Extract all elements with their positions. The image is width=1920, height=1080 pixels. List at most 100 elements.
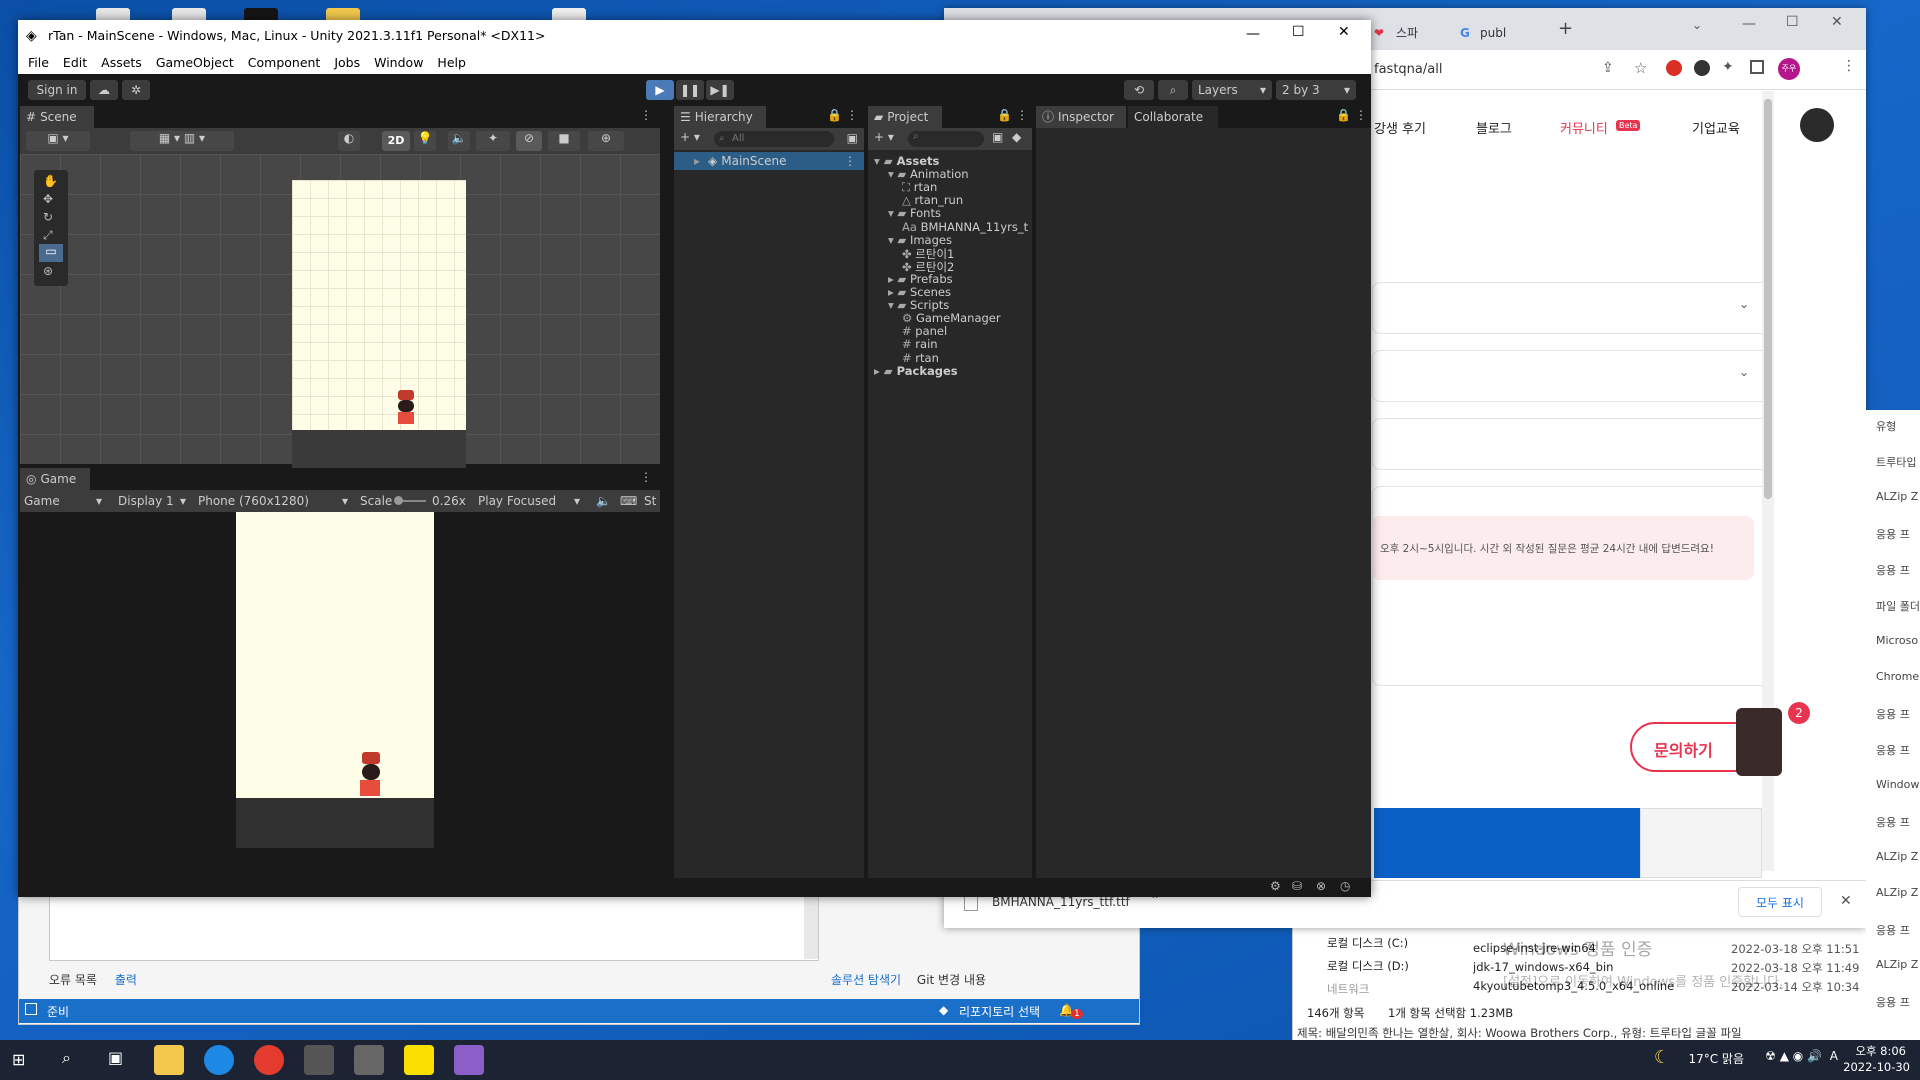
visual-studio-taskbar-icon[interactable] [454,1045,484,1075]
unity-hub-taskbar-icon[interactable] [304,1045,334,1075]
collab-icon[interactable]: ✲ [122,80,150,100]
menu-item-gameobject[interactable]: GameObject [156,52,234,74]
chrome-tab[interactable]: publ G [1452,18,1532,48]
star-icon[interactable]: ☆ [1634,59,1647,77]
hand-tool-icon[interactable]: ✋ [43,174,58,188]
accordion-item[interactable] [1372,418,1770,470]
kakaotalk-taskbar-icon[interactable] [404,1045,434,1075]
project-item[interactable]: ▸ ▰ Prefabs [888,272,953,286]
tab-game[interactable]: ◎ Game [20,468,90,490]
project-search-input[interactable]: ⌕ [908,131,984,147]
show-all-button[interactable]: 모두 표시 [1738,887,1822,917]
tab-inspector[interactable]: ⓘ Inspector [1036,106,1126,128]
download-filename[interactable]: BMHANNA_11yrs_ttf.ttf [992,895,1130,909]
tab-project[interactable]: ▰ Project [868,106,942,128]
play-button[interactable]: ▶ [646,80,674,100]
panel-menu-icon[interactable]: ⋮ [1016,108,1028,122]
nav-reviews[interactable]: 강생 후기 [1374,118,1426,137]
project-item[interactable]: ▸ ▰ Packages [874,364,958,378]
pause-button[interactable]: ❚❚ [676,80,704,100]
create-button[interactable]: + ▾ [680,130,700,144]
git-icon[interactable]: ◆ [939,1003,948,1017]
tab-search-icon[interactable]: ⌄ [1692,18,1702,32]
filter-label-icon[interactable]: ◆ [1012,130,1021,144]
project-item[interactable]: # panel [902,324,947,338]
menu-item-jobs[interactable]: Jobs [334,52,360,74]
scale-slider-thumb[interactable] [394,496,403,505]
panel-menu-icon[interactable]: ⋮ [640,470,652,484]
project-item[interactable]: ⚙ GameManager [902,311,1001,325]
stats-button[interactable]: St [644,490,656,512]
extension-icon[interactable] [1694,60,1710,76]
close-button[interactable]: ✕ [1831,14,1843,30]
tab-solution-explorer[interactable]: 솔루션 탐색기 [831,973,901,987]
tab-output[interactable]: 출력 [115,973,137,987]
project-item[interactable]: Aa BMHANNA_11yrs_t [902,220,1028,234]
menu-item-assets[interactable]: Assets [101,52,142,74]
rect-tool-icon[interactable]: ▭ [39,244,63,262]
layers-dropdown[interactable]: Layers ▾ [1192,80,1272,100]
extension-icon[interactable] [1666,60,1682,76]
panel-menu-icon[interactable]: ⋮ [1355,108,1367,122]
audio-icon[interactable]: 🔈 [448,131,470,151]
puzzle-icon[interactable]: ✦ [1722,59,1734,75]
moon-weather-icon[interactable]: ☾ [1654,1047,1670,1068]
network-icon[interactable]: ⊗ [1316,879,1326,893]
user-avatar[interactable] [1800,108,1834,142]
tray-icons[interactable]: ☢ ▲ ◉ 🔊 [1765,1049,1822,1063]
maximize-button[interactable]: ☐ [1786,14,1799,30]
cloud-icon[interactable]: ☁ [90,80,118,100]
ime-indicator[interactable]: A [1830,1049,1838,1063]
hidden-objects-icon[interactable]: ⊘ [516,131,542,151]
project-item[interactable]: ▸ ▰ Scenes [888,285,951,299]
rotate-tool-icon[interactable]: ↻ [43,210,53,224]
layout-dropdown[interactable]: 2 by 3 ▾ [1276,80,1356,100]
project-item[interactable]: △ rtan_run [902,193,963,207]
tab-git-changes[interactable]: Git 변경 내용 [917,973,986,987]
accordion-item[interactable]: ⌄ [1372,350,1770,402]
transform-tool-icon[interactable]: ⊛ [43,264,53,278]
gizmos-icon[interactable]: ⊕ [588,131,624,151]
hierarchy-item-mainscene[interactable]: ▸ ◈ MainScene ⋮ [674,152,864,170]
close-button[interactable]: ✕ [1338,24,1350,40]
progress-icon[interactable]: ◷ [1340,879,1350,893]
project-item[interactable]: ▾ ▰ Animation [888,167,969,181]
filter-type-icon[interactable]: ▣ [992,130,1003,144]
debug-icon[interactable]: ⚙ [1270,879,1281,893]
close-download-icon[interactable]: ✕ [1840,893,1852,909]
sign-in-button[interactable]: Sign in [28,80,86,100]
tab-hierarchy[interactable]: ☰ Hierarchy [674,106,766,128]
accordion-item[interactable]: ⌄ [1372,282,1770,334]
effects-icon[interactable]: ✦ [476,131,510,151]
url-text[interactable]: fastqna/all [1374,62,1442,77]
minimize-button[interactable]: — [1742,16,1756,32]
panel-menu-icon[interactable]: ⋮ [640,108,652,122]
clock-date[interactable]: 2022-10-30 [1843,1060,1910,1074]
lighting-icon[interactable]: 💡 [414,131,436,151]
lock-icon[interactable]: 🔒 [1336,108,1351,122]
profile-avatar[interactable]: 주우 [1778,58,1800,80]
project-item[interactable]: ▾ ▰ Scripts [888,298,949,312]
network-item[interactable]: 네트워크 [1327,981,1369,997]
minimize-button[interactable]: — [1246,26,1260,42]
search-icon[interactable]: ⌕ [1158,80,1188,100]
nav-blog[interactable]: 블로그 [1476,118,1512,137]
menu-item-component[interactable]: Component [248,52,321,74]
windows-start-icon[interactable]: ⊞ [12,1050,25,1069]
menu-item-file[interactable]: File [28,52,49,74]
draw-mode-button[interactable]: ▣ ▾ [26,131,90,151]
tab-error-list[interactable]: 오류 목록 [49,973,97,987]
scroll-thumb[interactable] [1764,99,1772,499]
maximize-button[interactable]: ☐ [1292,24,1305,40]
project-item[interactable]: ▾ ▰ Fonts [888,206,941,220]
create-button[interactable]: + ▾ [874,130,894,144]
search-icon[interactable]: ⌕ [62,1048,71,1068]
menu-item-window[interactable]: Window [374,52,423,74]
share-icon[interactable]: ⇪ [1602,60,1614,76]
menu-item-help[interactable]: Help [437,52,466,74]
move-tool-icon[interactable]: ✥ [43,192,53,206]
globe-icon[interactable]: ◐ [338,131,360,151]
mute-icon[interactable]: 🔈 [596,490,611,512]
project-item[interactable]: # rtan [902,351,939,365]
rtan-character-sprite[interactable] [394,390,418,426]
